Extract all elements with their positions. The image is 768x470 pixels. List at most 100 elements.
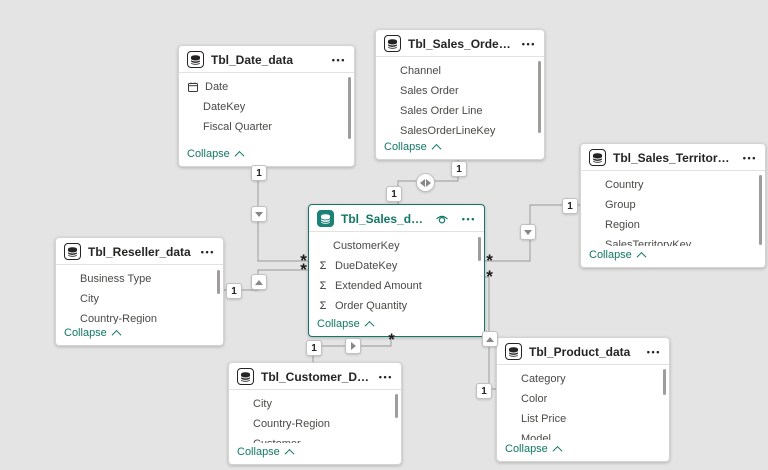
collapse-label: Collapse [505,443,548,455]
field-label: Sales Order Line [400,105,483,117]
field-row[interactable]: SalesTerritoryKey [581,235,765,246]
collapse-label: Collapse [384,141,427,153]
cardinality-one-badge[interactable]: 1 [251,165,267,181]
field-row[interactable]: Color [497,389,669,409]
table-name: Tbl_Customer_Data [261,369,372,384]
chevron-up-icon [431,143,442,154]
filter-direction-up-icon[interactable] [482,331,498,347]
table-name: Tbl_Date_data [211,52,294,67]
collapse-button[interactable]: Collapse [497,440,669,461]
field-row[interactable]: Group [581,195,765,215]
field-label: Fiscal Quarter [203,121,273,133]
table-card-header: Tbl_Product_data [497,338,669,365]
cardinality-many-badge[interactable]: * [483,268,496,285]
collapse-button[interactable]: Collapse [581,246,765,267]
card-scrollbar[interactable] [217,270,220,294]
collapse-button[interactable]: Collapse [56,324,223,345]
chevron-up-icon [552,445,563,456]
collapse-label: Collapse [317,318,360,330]
card-scrollbar[interactable] [478,237,481,261]
field-row[interactable]: Fiscal Quarter [179,117,354,137]
card-scrollbar[interactable] [663,369,666,395]
field-row[interactable]: CustomerKey [309,236,484,256]
more-options-icon[interactable] [379,374,393,380]
table-card-sales-order[interactable]: Tbl_Sales_Order_data Channel Sales Order… [375,29,545,160]
table-card-date[interactable]: Tbl_Date_data Date DateKey Fiscal Quarte… [178,45,355,167]
cardinality-one-badge[interactable]: 1 [226,283,242,299]
field-label: CustomerKey [333,240,400,252]
field-row[interactable]: Customer [229,434,401,443]
field-label: Country-Region [80,313,158,324]
field-row[interactable]: DueDateKey [309,256,484,276]
field-row[interactable]: Business Type [56,269,223,289]
field-row[interactable]: Extended Amount [309,276,484,296]
field-row[interactable]: Country-Region [56,309,223,324]
cardinality-many-badge[interactable]: * [483,252,496,269]
chevron-up-icon [364,320,375,331]
filter-direction-down-icon[interactable] [251,206,267,222]
table-card-sales[interactable]: Tbl_Sales_data CustomerKey DueDateKey Ex… [308,204,485,337]
field-row[interactable]: City [56,289,223,309]
table-card-customer[interactable]: Tbl_Customer_Data City Country-Region Cu… [228,362,402,465]
cardinality-one-badge[interactable]: 1 [386,186,402,202]
filter-direction-right-icon[interactable] [345,338,361,354]
filter-direction-down-icon[interactable] [520,224,536,240]
more-options-icon[interactable] [201,249,215,255]
more-options-icon[interactable] [743,155,757,161]
field-row[interactable]: Sales Order [376,81,544,101]
more-options-icon[interactable] [647,349,661,355]
field-row[interactable]: City [229,394,401,414]
filter-direction-both-icon[interactable] [416,173,435,192]
field-label: Order Quantity [335,300,408,312]
field-label: Channel [400,65,441,77]
field-row[interactable]: Model [497,429,669,440]
field-row[interactable]: Region [581,215,765,235]
field-row[interactable]: Date [179,77,354,97]
table-card-sales-territory[interactable]: Tbl_Sales_Territory_data Country Group R… [580,143,766,268]
field-row[interactable]: Category [497,369,669,389]
collapse-button[interactable]: Collapse [179,145,354,166]
field-row[interactable]: SalesOrderLineKey [376,121,544,138]
cardinality-one-badge[interactable]: 1 [562,198,578,214]
field-row[interactable]: Order Quantity [309,296,484,315]
field-list: Channel Sales Order Sales Order Line Sal… [376,57,544,138]
field-row[interactable]: Country-Region [229,414,401,434]
field-row[interactable]: List Price [497,409,669,429]
eye-icon[interactable] [435,213,449,225]
cardinality-many-badge[interactable]: * [385,331,398,348]
field-label: List Price [521,413,567,425]
field-label: DueDateKey [335,260,398,272]
more-options-icon[interactable] [462,216,476,222]
collapse-label: Collapse [187,148,230,160]
more-options-icon[interactable] [332,57,346,63]
table-card-reseller[interactable]: Tbl_Reseller_data Business Type City Cou… [55,237,224,346]
collapse-button[interactable]: Collapse [376,138,544,159]
table-name: Tbl_Product_data [529,344,631,359]
field-row[interactable]: Channel [376,61,544,81]
card-scrollbar[interactable] [395,394,398,418]
sigma-icon [317,300,329,312]
filter-direction-up-icon[interactable] [251,274,267,290]
field-row[interactable]: Sales Order Line [376,101,544,121]
field-label: Category [521,373,566,385]
field-list: City Country-Region Customer [229,390,401,443]
field-label: Extended Amount [335,280,422,292]
field-row[interactable]: Fiscal Year [179,137,354,145]
field-row[interactable]: Country [581,175,765,195]
card-scrollbar[interactable] [348,77,351,139]
collapse-button[interactable]: Collapse [229,443,401,464]
cardinality-one-badge[interactable]: 1 [451,161,467,177]
cardinality-many-badge[interactable]: * [297,261,310,278]
card-scrollbar[interactable] [538,61,541,133]
model-view-canvas[interactable]: Tbl_Date_data Date DateKey Fiscal Quarte… [0,0,768,470]
field-label: SalesTerritoryKey [605,239,692,246]
table-card-product[interactable]: Tbl_Product_data Category Color List Pri… [496,337,670,462]
more-options-icon[interactable] [522,41,536,47]
field-list: CustomerKey DueDateKey Extended Amount O… [309,232,484,315]
cardinality-one-badge[interactable]: 1 [306,340,322,356]
table-icon [64,243,81,260]
table-card-header: Tbl_Customer_Data [229,363,401,390]
field-row[interactable]: DateKey [179,97,354,117]
cardinality-one-badge[interactable]: 1 [476,383,492,399]
card-scrollbar[interactable] [759,175,762,245]
